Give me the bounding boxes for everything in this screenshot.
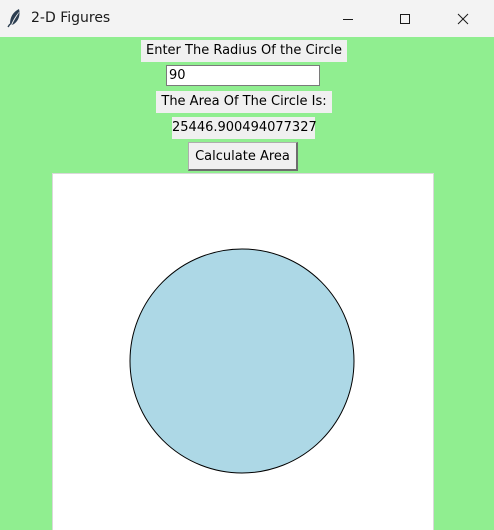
maximize-button[interactable]	[382, 0, 428, 37]
drawing-canvas	[52, 173, 434, 530]
maximize-icon	[400, 13, 410, 24]
minimize-icon	[343, 18, 353, 20]
radius-label: Enter The Radius Of the Circle	[141, 40, 347, 62]
circle-shape	[129, 248, 355, 474]
area-label: The Area Of The Circle Is:	[156, 91, 332, 113]
area-result: 25446.900494077327	[172, 117, 317, 139]
close-icon	[457, 13, 469, 24]
feather-icon	[7, 8, 23, 28]
title-bar[interactable]: 2-D Figures	[0, 0, 494, 37]
minimize-button[interactable]	[325, 0, 371, 37]
window-title: 2-D Figures	[31, 10, 111, 26]
app-window: 2-D Figures Enter The Radius Of the Circ…	[0, 0, 494, 530]
close-button[interactable]	[440, 0, 486, 37]
radius-input[interactable]	[166, 65, 320, 86]
calculate-area-button[interactable]: Calculate Area	[188, 142, 298, 171]
